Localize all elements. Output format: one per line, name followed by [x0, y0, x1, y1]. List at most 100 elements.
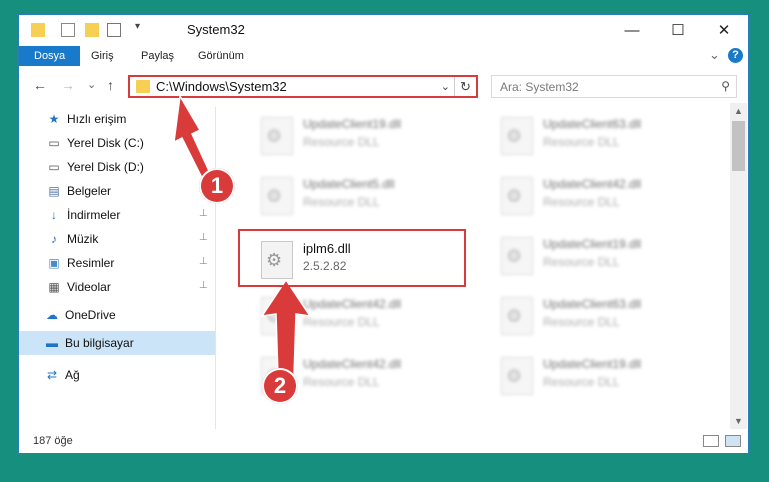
file-item[interactable]: ⚙ UpdateClient19.dll Resource DLL	[501, 233, 731, 283]
dll-file-icon: ⚙	[501, 297, 533, 335]
sidebar-item-label: Resimler	[67, 256, 115, 270]
title-bar: ▾ System32 — ☐ ✕	[19, 15, 748, 45]
sidebar-item-müzik[interactable]: ♪ Müzik ⊥	[19, 227, 215, 251]
file-description: Resource DLL	[303, 135, 380, 149]
file-description: Resource DLL	[543, 315, 620, 329]
step-2-badge: 2	[262, 368, 298, 404]
sidebar-item-onedrive[interactable]: ☁ OneDrive	[19, 303, 215, 327]
new-folder-icon[interactable]	[85, 23, 99, 37]
highlight-box	[238, 229, 466, 287]
refresh-icon[interactable]: ↻	[454, 77, 476, 96]
ribbon-tabs: Dosya Giriş Paylaş Görünüm ⌄ ?	[19, 45, 748, 67]
gear-icon: ⚙	[266, 186, 283, 206]
scroll-down-icon[interactable]: ▼	[730, 413, 747, 429]
customize-quick-access-icon[interactable]: ▾	[135, 21, 140, 37]
window-title: System32	[187, 22, 245, 37]
details-view-icon[interactable]	[703, 435, 719, 447]
file-name: UpdateClient5.dll	[303, 177, 395, 191]
gear-icon: ⚙	[506, 126, 523, 146]
chevron-down-icon[interactable]: ⌄	[441, 80, 450, 93]
sidebar-item-ağ[interactable]: ⇄ Ağ	[19, 363, 215, 387]
tab-paylas[interactable]: Paylaş	[131, 46, 184, 66]
up-icon[interactable]: ↑	[107, 77, 114, 93]
file-description: Resource DLL	[303, 195, 380, 209]
dll-file-icon: ⚙	[261, 117, 293, 155]
gear-icon: ⚙	[506, 186, 523, 206]
item-count: 187 öğe	[33, 435, 73, 447]
sidebar-item-label: İndirmeler	[67, 208, 121, 222]
star-icon: ★	[48, 112, 60, 126]
dll-file-icon: ⚙	[501, 117, 533, 155]
folder-icon	[136, 80, 150, 93]
pin-icon[interactable]: ⊥	[199, 232, 208, 243]
documents-icon: ▤	[48, 184, 60, 198]
search-icon[interactable]: ⚲	[721, 79, 730, 93]
sidebar-item-label: Bu bilgisayar	[65, 336, 134, 350]
pictures-icon: ▣	[48, 256, 60, 270]
gear-icon: ⚙	[266, 126, 283, 146]
navigation-bar: ← → ⌄ ↑ C:\Windows\System32 ⌄ ↻ Ara: Sys…	[19, 71, 748, 101]
pin-icon[interactable]: ⊥	[199, 256, 208, 267]
tab-giris[interactable]: Giriş	[81, 46, 124, 66]
search-placeholder: Ara: System32	[500, 80, 579, 94]
dll-file-icon: ⚙	[261, 177, 293, 215]
step-1-badge: 1	[199, 168, 235, 204]
sidebar-item-bu-bilgisayar[interactable]: ▬ Bu bilgisayar	[19, 331, 215, 355]
gear-icon: ⚙	[506, 306, 523, 326]
pin-icon[interactable]: ⊥	[199, 208, 208, 219]
file-name: UpdateClient42.dll	[303, 297, 402, 311]
drive-icon: ▭	[48, 136, 60, 150]
expand-ribbon-icon[interactable]: ⌄	[709, 47, 720, 63]
music-icon: ♪	[51, 232, 57, 246]
folder-icon	[31, 23, 45, 37]
sidebar-item-videolar[interactable]: ▦ Videolar ⊥	[19, 275, 215, 299]
file-item[interactable]: ⚙ UpdateClient19.dll Resource DLL	[501, 353, 731, 403]
gear-icon: ⚙	[506, 246, 523, 266]
sidebar-item-label: Müzik	[67, 232, 99, 246]
file-item[interactable]: ⚙ UpdateClient5.dll Resource DLL	[261, 173, 491, 223]
search-input[interactable]: Ara: System32 ⚲	[491, 75, 737, 98]
sidebar-item-i-ndirmeler[interactable]: ↓ İndirmeler ⊥	[19, 203, 215, 227]
vertical-scrollbar[interactable]: ▲ ▼	[730, 103, 747, 429]
view-icon[interactable]	[107, 23, 121, 37]
file-name: UpdateClient42.dll	[303, 357, 402, 371]
pin-icon[interactable]: ⊥	[199, 280, 208, 291]
properties-icon[interactable]	[61, 23, 75, 37]
dll-file-icon: ⚙	[501, 177, 533, 215]
back-icon[interactable]: ←	[33, 77, 47, 93]
file-description: Resource DLL	[543, 255, 620, 269]
scroll-thumb[interactable]	[732, 121, 745, 171]
file-item[interactable]: ⚙ UpdateClient63.dll Resource DLL	[501, 113, 731, 163]
file-description: Resource DLL	[543, 375, 620, 389]
close-button[interactable]: ✕	[701, 15, 747, 45]
file-name: UpdateClient19.dll	[543, 357, 642, 371]
drive-icon: ▭	[48, 160, 60, 174]
large-icons-view-icon[interactable]	[725, 435, 741, 447]
dll-file-icon: ⚙	[501, 357, 533, 395]
recent-locations-icon[interactable]: ⌄	[87, 78, 96, 91]
help-icon[interactable]: ?	[728, 48, 743, 63]
sidebar-item-label: Videolar	[67, 280, 111, 294]
computer-icon: ▬	[46, 336, 58, 350]
forward-icon[interactable]: →	[61, 77, 75, 93]
sidebar-item-label: Ağ	[65, 368, 80, 382]
file-name: UpdateClient42.dll	[543, 177, 642, 191]
gear-icon: ⚙	[506, 366, 523, 386]
file-name: UpdateClient63.dll	[543, 297, 642, 311]
file-item[interactable]: ⚙ UpdateClient42.dll Resource DLL	[501, 173, 731, 223]
file-item[interactable]: ⚙ UpdateClient19.dll Resource DLL	[261, 113, 491, 163]
sidebar-item-label: Belgeler	[67, 184, 112, 198]
tab-dosya[interactable]: Dosya	[19, 46, 81, 66]
file-item[interactable]: ⚙ UpdateClient63.dll Resource DLL	[501, 293, 731, 343]
tab-gorunum[interactable]: Görünüm	[188, 46, 254, 66]
cloud-icon: ☁	[46, 308, 58, 322]
sidebar-item-label: OneDrive	[65, 308, 116, 322]
dll-file-icon: ⚙	[501, 237, 533, 275]
sidebar-item-label: Yerel Disk (D:)	[67, 160, 144, 174]
maximize-button[interactable]: ☐	[655, 15, 701, 45]
file-name: UpdateClient19.dll	[303, 117, 402, 131]
minimize-button[interactable]: —	[609, 15, 655, 45]
download-icon: ↓	[51, 208, 57, 222]
scroll-up-icon[interactable]: ▲	[730, 103, 747, 119]
sidebar-item-resimler[interactable]: ▣ Resimler ⊥	[19, 251, 215, 275]
